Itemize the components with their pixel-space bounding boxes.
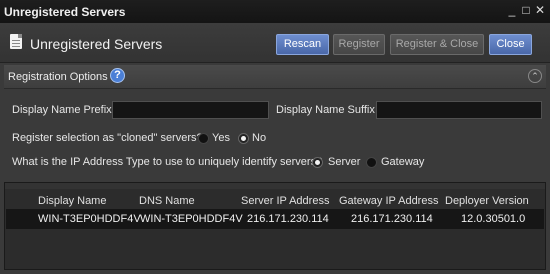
display-name-suffix-input[interactable] bbox=[376, 101, 542, 119]
ip-type-server-label: Server bbox=[328, 156, 361, 168]
close-window-icon[interactable]: ✕ bbox=[534, 3, 546, 17]
cloned-no-label: No bbox=[252, 132, 267, 144]
cloned-yes-radio[interactable] bbox=[198, 133, 209, 144]
cloned-no-radio[interactable] bbox=[238, 133, 249, 144]
help-icon[interactable]: ? bbox=[110, 68, 125, 83]
cell-server-ip: 216.171.230.114 bbox=[247, 213, 329, 225]
register-button[interactable]: Register bbox=[333, 34, 385, 55]
ip-type-server-radio[interactable] bbox=[312, 157, 323, 168]
table-top-rule bbox=[5, 183, 545, 189]
cell-deployer-version: 12.0.30501.0 bbox=[461, 213, 526, 225]
maximize-icon[interactable]: □ bbox=[520, 3, 532, 17]
cell-display-name: WIN-T3EP0HDDF4V bbox=[38, 213, 141, 225]
registration-options-form: Display Name Prefix Display Name Suffix … bbox=[4, 90, 546, 178]
title-bar: Unregistered Servers _ □ ✕ bbox=[0, 0, 550, 23]
cell-gateway-ip: 216.171.230.114 bbox=[351, 213, 433, 225]
ip-address-type-label: What is the IP Address Type to use to un… bbox=[12, 156, 323, 168]
minimize-icon[interactable]: _ bbox=[506, 3, 518, 17]
column-header-deployer-version[interactable]: Deployer Version bbox=[445, 195, 529, 207]
unregistered-servers-window: Unregistered Servers _ □ ✕ Unregistered … bbox=[0, 0, 550, 274]
column-header-gateway-ip[interactable]: Gateway IP Address bbox=[339, 195, 438, 207]
register-close-button[interactable]: Register & Close bbox=[390, 34, 484, 55]
rescan-button[interactable]: Rescan bbox=[276, 34, 329, 55]
column-header-display-name[interactable]: Display Name bbox=[38, 195, 106, 207]
registration-options-label: Registration Options bbox=[8, 71, 108, 83]
ip-type-gateway-label: Gateway bbox=[381, 156, 425, 168]
close-button[interactable]: Close bbox=[489, 34, 532, 55]
cell-dns-name: WIN-T3EP0HDDF4V bbox=[140, 213, 243, 225]
collapse-icon[interactable]: ⌃ bbox=[528, 69, 542, 83]
display-name-suffix-label: Display Name Suffix bbox=[276, 104, 375, 116]
document-icon bbox=[10, 34, 22, 49]
display-name-prefix-input[interactable] bbox=[112, 101, 269, 119]
cloned-servers-label: Register selection as "cloned" servers? bbox=[12, 132, 203, 144]
cloned-yes-label: Yes bbox=[212, 132, 230, 144]
window-title: Unregistered Servers bbox=[4, 5, 126, 19]
display-name-prefix-label: Display Name Prefix bbox=[12, 104, 112, 116]
ip-type-gateway-radio[interactable] bbox=[366, 157, 377, 168]
column-header-server-ip[interactable]: Server IP Address bbox=[241, 195, 329, 207]
servers-table: Display Name DNS Name Server IP Address … bbox=[4, 182, 546, 270]
registration-options-header[interactable]: Registration Options ? ⌃ bbox=[4, 65, 546, 89]
column-header-dns-name[interactable]: DNS Name bbox=[139, 195, 195, 207]
page-title: Unregistered Servers bbox=[30, 36, 163, 52]
dialog-header: Unregistered Servers Rescan Register Reg… bbox=[0, 23, 550, 63]
